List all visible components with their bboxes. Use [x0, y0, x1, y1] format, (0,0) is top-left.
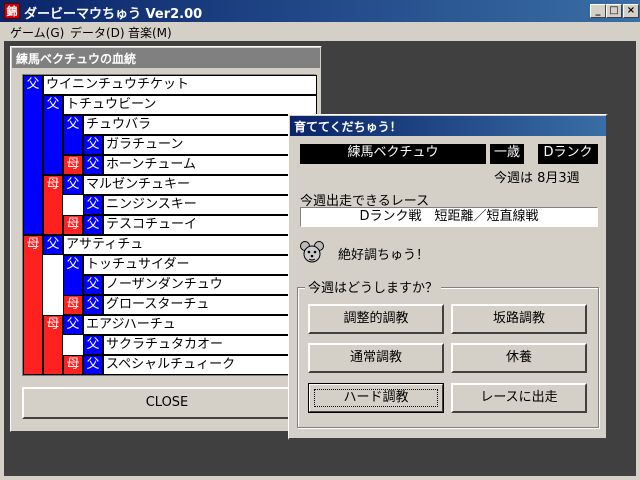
- hard-training-button[interactable]: ハード調教: [308, 383, 444, 413]
- dds-label: 父: [83, 335, 103, 355]
- minimize-icon: _: [595, 5, 601, 16]
- rest-button[interactable]: 休養: [451, 343, 587, 373]
- mouse-face-icon: [300, 240, 324, 264]
- pedigree-tree: 父 母 ウイニンチュウチケット 父 トチュウビーン 父 チュウバラ 父 ガラチュ…: [22, 74, 317, 376]
- sss-label: 父: [63, 115, 83, 155]
- current-week: 今週は 8月3週: [494, 171, 580, 186]
- pedigree-sire-sire: トチュウビーン: [63, 95, 317, 115]
- horse-age: 一歳: [490, 144, 524, 164]
- question-label: 今週はどうしますか？: [305, 277, 442, 296]
- pedigree-ssss: ガラチューン: [103, 135, 317, 155]
- sssd-dam-label: 母: [63, 155, 83, 175]
- pedigree-dsd: グロースターチュ: [103, 295, 317, 315]
- pedigree-dss: ノーザンダンチュウ: [103, 275, 317, 295]
- menubar: ゲーム(G) データ(D) 音楽(M): [0, 22, 640, 41]
- normal-training-button[interactable]: 通常調教: [308, 343, 444, 373]
- close-window-button[interactable]: ×: [623, 4, 639, 18]
- horse-rank: Dランク: [538, 144, 598, 164]
- close-button[interactable]: CLOSE: [22, 387, 312, 419]
- maximize-icon: □: [609, 5, 619, 16]
- pedigree-ssds: ニンジンスキー: [103, 195, 317, 215]
- window-title: ダービーマウちゅう Ver2.00: [24, 7, 203, 22]
- horse-name: 練馬ベクチュウ: [300, 144, 486, 164]
- menu-game[interactable]: ゲーム(G): [10, 24, 64, 41]
- dsd-sire-label: 父: [83, 295, 103, 315]
- ddd-dam-label: 母: [63, 355, 83, 375]
- sssd-sire-label: 父: [83, 155, 103, 175]
- pedigree-titlebar: 練馬ベクチュウの血統: [12, 48, 320, 68]
- ssd-label: 父: [63, 175, 83, 195]
- pedigree-sss: チュウバラ: [83, 115, 317, 135]
- slope-training-button[interactable]: 坂路調教: [451, 304, 587, 334]
- ddd-sire-label: 父: [83, 355, 103, 375]
- adjust-training-button[interactable]: 調整的調教: [308, 304, 444, 334]
- pedigree-ddd: スペシャルチュィーク: [103, 355, 317, 375]
- ssdd-dam-label: 母: [63, 215, 83, 235]
- pedigree-dam: アサティチュ: [63, 235, 317, 255]
- ssss-label: 父: [83, 135, 103, 155]
- menu-data[interactable]: データ(D): [70, 24, 125, 41]
- pedigree-title: 練馬ベクチュウの血統: [16, 52, 137, 66]
- maximize-button[interactable]: □: [606, 4, 622, 18]
- ssdd-sire-label: 父: [83, 215, 103, 235]
- enter-race-button[interactable]: レースに出走: [451, 383, 587, 413]
- pedigree-sire: ウイニンチュウチケット: [43, 75, 317, 95]
- dd-dam-label: 母: [43, 315, 63, 375]
- pedigree-ds: トッチュサイダー: [83, 255, 317, 275]
- minimize-button[interactable]: _: [590, 4, 606, 18]
- sire-label: 父: [23, 75, 43, 235]
- app-icon: 錦: [4, 3, 20, 19]
- sire-dam-label: 母: [43, 175, 63, 235]
- pedigree-dd: エアジハーチュ: [83, 315, 317, 335]
- dam-sire-label: 父: [43, 235, 63, 255]
- pedigree-dds: サクラチュタカオー: [103, 335, 317, 355]
- pedigree-ssd: マルゼンチュキー: [83, 175, 317, 195]
- dd-sire-label: 父: [63, 315, 83, 335]
- ssds-label: 父: [83, 195, 103, 215]
- main-titlebar: 錦 ダービーマウちゅう Ver2.00 _ □ ×: [0, 0, 640, 22]
- dsd-dam-label: 母: [63, 295, 83, 315]
- sire-sire-label: 父: [43, 95, 63, 175]
- condition-status: 絶好調ちゅう！: [338, 248, 430, 263]
- dialog-title: 育ててくだちゅう！: [294, 120, 402, 134]
- dss-label: 父: [83, 275, 103, 295]
- pedigree-sssd: ホーンチューム: [103, 155, 317, 175]
- dialog-titlebar: 育ててくだちゅう！: [290, 116, 606, 136]
- menu-music[interactable]: 音楽(M): [128, 24, 172, 41]
- race-value: Dランク戦 短距離／短直線戦: [300, 207, 598, 227]
- close-icon: ×: [626, 5, 636, 16]
- dam-label: 母: [23, 235, 43, 375]
- pedigree-ssdd: テスコチューイ: [103, 215, 317, 235]
